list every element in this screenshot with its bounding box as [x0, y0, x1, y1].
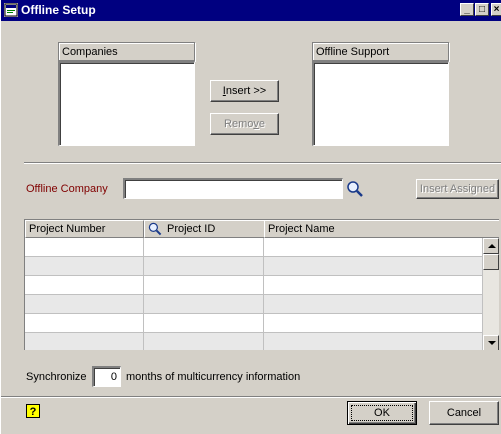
- cell-project-id[interactable]: [144, 276, 264, 295]
- maximize-button[interactable]: □: [475, 3, 489, 16]
- offline-company-label: Offline Company: [26, 183, 108, 195]
- cancel-label: Cancel: [446, 407, 482, 419]
- companies-label: Companies: [62, 46, 118, 58]
- close-button[interactable]: ×: [491, 3, 501, 16]
- bottom-separator: [1, 396, 501, 398]
- cell-project-number[interactable]: [25, 314, 144, 333]
- cell-project-id[interactable]: [144, 333, 264, 350]
- table-row[interactable]: [25, 314, 483, 333]
- cancel-button[interactable]: Cancel: [429, 401, 499, 425]
- cell-project-name[interactable]: [264, 333, 483, 350]
- remove-button[interactable]: Remove: [210, 113, 279, 135]
- separator: [24, 162, 501, 164]
- cell-project-number[interactable]: [25, 238, 144, 257]
- scroll-thumb[interactable]: [483, 254, 499, 270]
- project-grid[interactable]: Project Number Project ID Project Name: [24, 219, 499, 350]
- cell-project-id[interactable]: [144, 257, 264, 276]
- offline-setup-window: Offline Setup _ □ × Companies Insert >> …: [0, 0, 501, 434]
- cell-project-id[interactable]: [144, 314, 264, 333]
- title-bar[interactable]: Offline Setup _ □ ×: [1, 0, 501, 21]
- offline-company-lookup-button[interactable]: [345, 179, 365, 199]
- offline-support-list[interactable]: [312, 61, 449, 146]
- arrow-down-icon: [488, 341, 496, 345]
- table-row[interactable]: [25, 295, 483, 314]
- cell-project-name[interactable]: [264, 257, 483, 276]
- insert-label: nsert >>: [225, 85, 267, 97]
- magnifier-icon[interactable]: [147, 221, 163, 237]
- cell-project-name[interactable]: [264, 314, 483, 333]
- cell-project-name[interactable]: [264, 276, 483, 295]
- grid-scrollbar[interactable]: [483, 238, 499, 350]
- synchronize-months-input[interactable]: [92, 366, 121, 387]
- focus-rect: [351, 405, 413, 421]
- column-header-label: Project Number: [29, 223, 106, 235]
- companies-list[interactable]: [58, 61, 195, 146]
- insert-assigned-button[interactable]: Insert Assigned: [416, 179, 499, 199]
- column-header-label: Project ID: [167, 223, 216, 235]
- table-row[interactable]: [25, 333, 483, 350]
- help-button[interactable]: ?: [26, 404, 40, 418]
- app-icon: [4, 3, 18, 17]
- maximize-icon: □: [478, 4, 486, 15]
- window-title: Offline Setup: [21, 3, 96, 17]
- arrow-up-icon: [488, 244, 496, 248]
- minimize-icon: _: [464, 4, 470, 15]
- cell-project-id[interactable]: [144, 238, 264, 257]
- remove-label-pre: Remo: [224, 118, 254, 130]
- ok-button[interactable]: OK: [347, 401, 417, 425]
- cell-project-id[interactable]: [144, 295, 264, 314]
- synchronize-label: Synchronize: [26, 371, 87, 383]
- minimize-button[interactable]: _: [460, 3, 474, 16]
- cell-project-number[interactable]: [25, 333, 144, 350]
- help-icon: ?: [26, 404, 40, 418]
- scroll-down-button[interactable]: [483, 335, 499, 350]
- column-header-project-number[interactable]: Project Number: [25, 220, 144, 238]
- column-header-label: Project Name: [268, 223, 335, 235]
- scroll-up-button[interactable]: [483, 238, 499, 254]
- cell-project-number[interactable]: [25, 257, 144, 276]
- table-row[interactable]: [25, 238, 483, 257]
- close-icon: ×: [493, 4, 500, 15]
- cell-project-number[interactable]: [25, 295, 144, 314]
- remove-label-post: e: [258, 118, 265, 130]
- offline-company-input[interactable]: [123, 178, 343, 199]
- insert-button[interactable]: Insert >>: [210, 80, 279, 102]
- svg-text:?: ?: [30, 406, 37, 418]
- column-header-project-name[interactable]: Project Name: [264, 220, 499, 238]
- cell-project-name[interactable]: [264, 238, 483, 257]
- cell-project-number[interactable]: [25, 276, 144, 295]
- magnifier-icon: [347, 181, 363, 197]
- table-row[interactable]: [25, 276, 483, 295]
- offline-support-label: Offline Support: [316, 46, 390, 58]
- cell-project-name[interactable]: [264, 295, 483, 314]
- table-row[interactable]: [25, 257, 483, 276]
- synchronize-suffix: months of multicurrency information: [126, 371, 301, 383]
